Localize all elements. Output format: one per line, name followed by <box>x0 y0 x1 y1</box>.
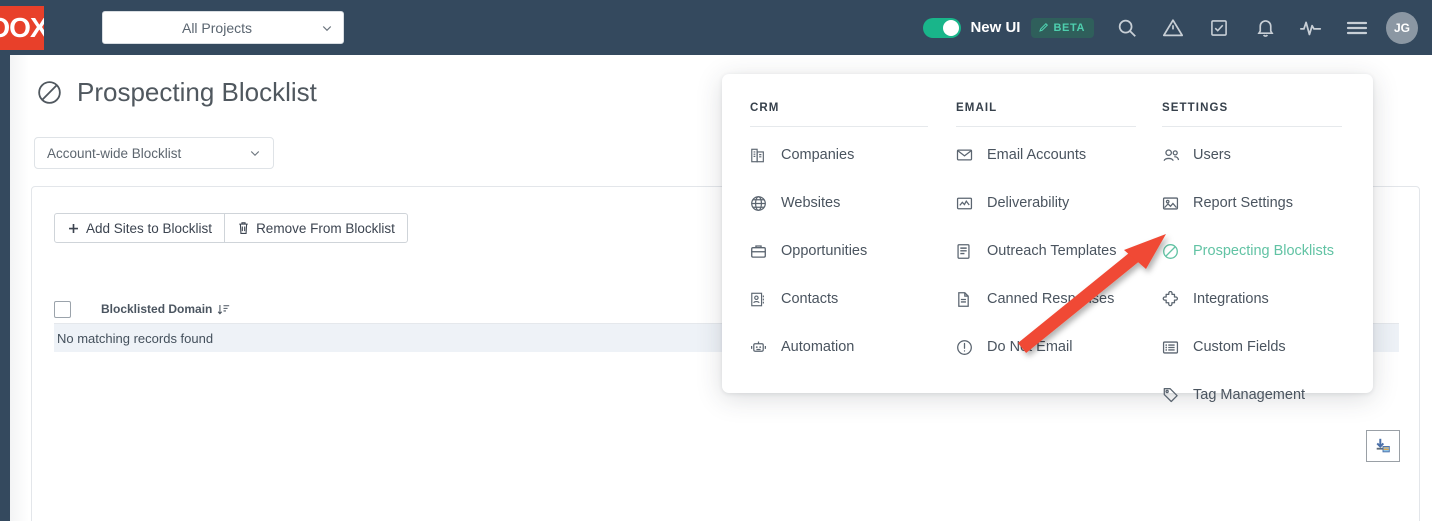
chart-image-icon <box>956 194 974 212</box>
chevron-down-icon <box>250 151 260 157</box>
menu-item-label: Automation <box>781 339 855 355</box>
no-entry-icon <box>38 81 61 104</box>
bell-icon[interactable] <box>1242 0 1288 55</box>
menu-item-label: Outreach Templates <box>987 243 1117 259</box>
menu-item-label: Custom Fields <box>1193 339 1286 355</box>
contact-card-icon <box>750 290 768 308</box>
page-title-text: Prospecting Blocklist <box>77 77 317 107</box>
app-logo[interactable]: OOX <box>0 5 44 50</box>
menu-item-label: Report Settings <box>1193 195 1293 211</box>
column-header-label: Blocklisted Domain <box>101 302 213 316</box>
menu-column-crm: CRM Companies Websites Opportunities Con… <box>722 102 928 393</box>
page-title: Prospecting Blocklist <box>36 77 317 108</box>
menu-column-heading-settings: SETTINGS <box>1162 102 1342 127</box>
envelope-icon <box>956 146 974 164</box>
no-entry-icon <box>1162 242 1180 260</box>
menu-column-email: EMAIL Email Accounts Deliverability Outr… <box>926 102 1136 393</box>
menu-item-label: Contacts <box>781 291 839 307</box>
menu-item-opportunities[interactable]: Opportunities <box>750 231 926 271</box>
table-empty-message: No matching records found <box>57 330 214 346</box>
list-panel-icon <box>1162 338 1180 356</box>
remove-from-blocklist-button[interactable]: Remove From Blocklist <box>224 213 408 243</box>
menu-item-report-settings[interactable]: Report Settings <box>1162 183 1342 223</box>
column-header-blocklisted-domain[interactable]: Blocklisted Domain <box>101 302 230 316</box>
menu-item-label: Canned Responses <box>987 291 1115 307</box>
menu-item-label: Do Not Email <box>987 339 1073 355</box>
remove-from-blocklist-label: Remove From Blocklist <box>256 220 395 236</box>
beta-badge-label: BETA <box>1053 21 1085 34</box>
tag-icon <box>1162 386 1180 404</box>
export-download-icon[interactable] <box>1366 430 1400 462</box>
blocklist-scope-selector[interactable]: Account-wide Blocklist <box>34 137 274 169</box>
top-bar-actions: New UI BETA JG <box>923 0 1418 55</box>
menu-item-tag-management[interactable]: Tag Management <box>1162 375 1342 415</box>
sort-descending-icon <box>218 304 230 315</box>
menu-item-label: Users <box>1193 147 1231 163</box>
file-text-icon <box>956 290 974 308</box>
menu-item-deliverability[interactable]: Deliverability <box>956 183 1132 223</box>
menu-column-settings: SETTINGS Users Report Settings Prospecti… <box>1132 102 1342 403</box>
menu-item-label: Prospecting Blocklists <box>1193 243 1335 259</box>
new-ui-label: New UI <box>970 19 1021 36</box>
blocklist-scope-value: Account-wide Blocklist <box>47 145 182 161</box>
chevron-down-icon <box>322 25 332 31</box>
puzzle-piece-icon <box>1162 290 1180 308</box>
document-lines-icon <box>956 242 974 260</box>
menu-item-prospecting-blocklists[interactable]: Prospecting Blocklists <box>1162 231 1342 271</box>
globe-icon <box>750 194 768 212</box>
select-all-checkbox[interactable] <box>54 300 71 318</box>
menu-item-users[interactable]: Users <box>1162 135 1342 175</box>
menu-item-companies[interactable]: Companies <box>750 135 926 175</box>
robot-icon <box>750 338 768 356</box>
menu-item-automation[interactable]: Automation <box>750 327 926 367</box>
menu-item-do-not-email[interactable]: Do Not Email <box>956 327 1132 367</box>
app-logo-text: OOX <box>0 11 44 43</box>
beta-badge: BETA <box>1031 17 1094 38</box>
sidebar-gutter <box>10 55 29 521</box>
project-selector[interactable]: All Projects <box>102 11 344 44</box>
left-sidebar-rail <box>0 55 10 521</box>
user-avatar-initials: JG <box>1393 20 1410 35</box>
menu-item-integrations[interactable]: Integrations <box>1162 279 1342 319</box>
menu-item-label: Deliverability <box>987 195 1070 211</box>
menu-item-contacts[interactable]: Contacts <box>750 279 926 319</box>
menu-item-websites[interactable]: Websites <box>750 183 926 223</box>
exclamation-circle-icon <box>956 338 974 356</box>
search-icon[interactable] <box>1104 0 1150 55</box>
menu-item-outreach-templates[interactable]: Outreach Templates <box>956 231 1132 271</box>
menu-item-custom-fields[interactable]: Custom Fields <box>1162 327 1342 367</box>
menu-item-label: Opportunities <box>781 243 868 259</box>
activity-pulse-icon[interactable] <box>1288 0 1334 55</box>
top-navigation-bar: OOX All Projects New UI BETA <box>0 0 1432 55</box>
new-ui-toggle[interactable] <box>923 17 962 38</box>
building-icon <box>750 146 768 164</box>
menu-item-label: Websites <box>781 195 841 211</box>
blocklist-action-buttons: Add Sites to Blocklist Remove From Block… <box>54 213 408 243</box>
menu-item-canned-responses[interactable]: Canned Responses <box>956 279 1132 319</box>
menu-item-label: Tag Management <box>1193 387 1306 403</box>
briefcase-icon <box>750 242 768 260</box>
checkbox-task-icon[interactable] <box>1196 0 1242 55</box>
add-sites-to-blocklist-button[interactable]: Add Sites to Blocklist <box>54 213 226 243</box>
pencil-icon <box>1039 22 1049 32</box>
plus-icon <box>69 223 78 233</box>
project-selector-value: All Projects <box>181 19 253 36</box>
menu-item-label: Email Accounts <box>987 147 1087 163</box>
user-avatar[interactable]: JG <box>1386 11 1418 44</box>
menu-item-label: Companies <box>781 147 855 163</box>
menu-column-heading-email: EMAIL <box>956 102 1136 127</box>
trash-icon <box>239 222 248 234</box>
hamburger-menu-icon[interactable] <box>1334 0 1380 55</box>
alert-triangle-icon[interactable] <box>1150 0 1196 55</box>
navigation-mega-menu: CRM Companies Websites Opportunities Con… <box>722 74 1373 403</box>
add-sites-to-blocklist-label: Add Sites to Blocklist <box>86 220 213 236</box>
new-ui-toggle-group: New UI BETA <box>923 17 1094 38</box>
menu-item-email-accounts[interactable]: Email Accounts <box>956 135 1132 175</box>
app-root: OOX All Projects New UI BETA <box>0 0 1432 521</box>
menu-column-heading-crm: CRM <box>750 102 928 127</box>
users-icon <box>1162 146 1180 164</box>
toggle-knob <box>943 19 960 36</box>
menu-item-label: Integrations <box>1193 291 1269 307</box>
image-icon <box>1162 194 1180 212</box>
